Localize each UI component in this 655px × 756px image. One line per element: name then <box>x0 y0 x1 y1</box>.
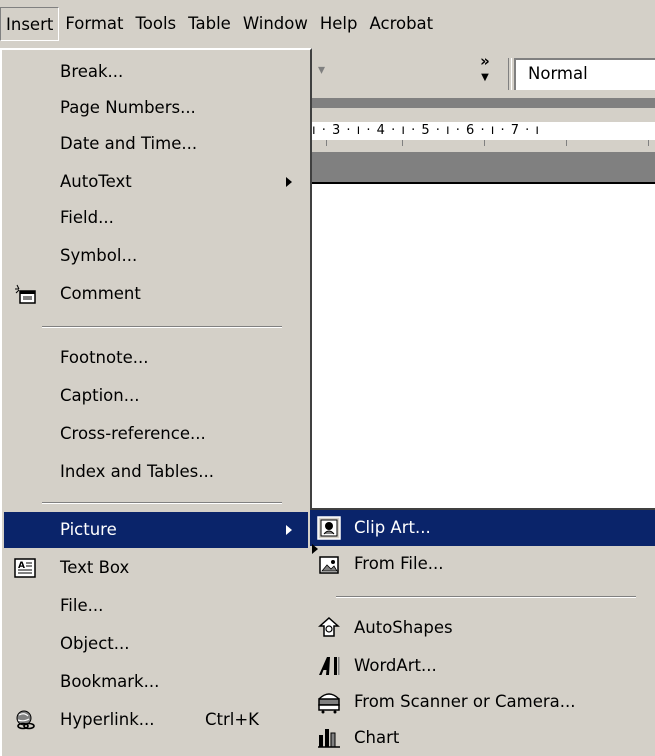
text-box-icon: A <box>14 558 36 578</box>
submenu-item-label: From Scanner or Camera... <box>354 692 576 711</box>
style-select[interactable]: Normal <box>514 58 655 90</box>
submenu-item-label: From File... <box>354 554 444 573</box>
submenu-item-clip-art[interactable]: Clip Art... <box>310 510 655 546</box>
menu-item-object[interactable]: Object... <box>2 626 310 662</box>
menu-item-label: Symbol... <box>60 246 138 265</box>
submenu-item-label: AutoShapes <box>354 618 453 637</box>
toolbar-overflow-button[interactable]: » ▼ <box>470 54 500 85</box>
menu-tools[interactable]: Tools <box>129 7 182 41</box>
menu-item-break[interactable]: Break... <box>2 54 310 90</box>
menu-item-label: Page Numbers... <box>60 98 196 117</box>
menu-item-label: Bookmark... <box>60 672 160 691</box>
menu-item-file[interactable]: File... <box>2 588 310 624</box>
menu-item-autotext[interactable]: AutoText <box>2 164 310 200</box>
menu-item-label: Caption... <box>60 386 140 405</box>
menu-item-symbol[interactable]: Symbol... <box>2 238 310 274</box>
menu-item-text-box[interactable]: A Text Box <box>2 550 310 586</box>
menu-acrobat[interactable]: Acrobat <box>364 7 440 41</box>
menu-item-footnote[interactable]: Footnote... <box>2 340 310 376</box>
menu-help-label: Help <box>319 14 358 33</box>
menu-item-picture[interactable]: Picture <box>4 512 308 548</box>
menu-item-index-and-tables[interactable]: Index and Tables... <box>2 454 310 490</box>
menu-help[interactable]: Help <box>314 7 364 41</box>
menu-acrobat-label: Acrobat <box>369 14 434 33</box>
menu-item-label: AutoText <box>60 172 132 191</box>
shortcut-label: Ctrl+K <box>205 710 260 729</box>
menu-format[interactable]: Format <box>59 7 129 41</box>
submenu-item-label: Chart <box>354 728 400 747</box>
menu-item-label: Picture <box>60 520 117 539</box>
horizontal-ruler[interactable]: ı · 3 · ı · 4 · ı · 5 · ı · 6 · ı · 7 · … <box>312 108 655 152</box>
menu-item-hyperlink[interactable]: Hyperlink... Ctrl+K <box>2 702 310 738</box>
menu-item-label: File... <box>60 596 104 615</box>
menu-item-page-numbers[interactable]: Page Numbers... <box>2 90 310 126</box>
document-margin <box>312 152 655 182</box>
ruler-scale: ı · 3 · ı · 4 · ı · 5 · ı · 6 · ı · 7 · … <box>312 122 655 140</box>
insert-menu: Break... Page Numbers... Date and Time..… <box>0 48 312 756</box>
ruler-ticks <box>312 140 655 146</box>
menu-item-comment[interactable]: Comment <box>2 276 310 312</box>
menu-table-label: Table <box>188 14 231 33</box>
menu-window-label: Window <box>242 14 308 33</box>
toolbar-separator <box>508 58 512 90</box>
submenu-item-label: WordArt... <box>354 656 437 675</box>
menu-tools-label: Tools <box>135 14 177 33</box>
toolbar-overflow-icon: » <box>480 52 490 70</box>
menu-item-label: Cross-reference... <box>60 424 206 443</box>
autoshapes-icon <box>318 616 340 637</box>
clip-art-icon <box>317 516 341 540</box>
menu-item-label: Text Box <box>60 558 130 577</box>
submenu-item-chart[interactable]: Chart <box>310 720 655 756</box>
menu-insert[interactable]: Insert <box>0 7 60 41</box>
submenu-item-label: Clip Art... <box>354 518 431 537</box>
menu-item-field[interactable]: Field... <box>2 200 310 236</box>
menu-item-label: Field... <box>60 208 114 227</box>
submenu-arrow-icon <box>286 177 292 187</box>
menu-item-label: Index and Tables... <box>60 462 214 481</box>
comment-icon <box>15 284 36 304</box>
menu-item-label: Hyperlink... <box>60 710 155 729</box>
menu-table[interactable]: Table <box>182 7 237 41</box>
dropdown-arrow-icon[interactable]: ▾ <box>318 62 325 78</box>
menu-item-label: Break... <box>60 62 124 81</box>
menu-item-label: Object... <box>60 634 130 653</box>
chart-icon <box>318 729 340 748</box>
menu-separator <box>42 326 282 328</box>
menu-format-label: Format <box>65 14 124 33</box>
document-page[interactable] <box>312 182 655 510</box>
menu-item-caption[interactable]: Caption... <box>2 378 310 414</box>
picture-submenu: Clip Art... From File... AutoShapes Word… <box>310 508 655 756</box>
submenu-item-autoshapes[interactable]: AutoShapes <box>310 610 655 646</box>
submenu-separator <box>336 596 636 598</box>
wordart-icon <box>319 657 340 675</box>
ruler-border <box>312 98 655 108</box>
menu-item-label: Date and Time... <box>60 134 198 153</box>
menu-separator <box>42 502 282 504</box>
formatting-toolbar: ▾ » ▼ Normal <box>312 50 655 98</box>
submenu-item-from-scanner-or-camera[interactable]: From Scanner or Camera... <box>310 684 655 720</box>
menu-item-cross-reference[interactable]: Cross-reference... <box>2 416 310 452</box>
menu-item-bookmark[interactable]: Bookmark... <box>2 664 310 700</box>
from-file-icon <box>319 556 339 574</box>
submenu-item-wordart[interactable]: WordArt... <box>310 648 655 684</box>
submenu-arrow-icon <box>286 525 292 535</box>
submenu-item-from-file[interactable]: From File... <box>310 544 655 582</box>
menu-item-label: Footnote... <box>60 348 149 367</box>
menu-bar: Insert Format Tools Table Window Help Ac… <box>0 0 655 48</box>
menu-item-label: Comment <box>60 284 141 303</box>
chevron-down-icon: ▼ <box>481 72 489 83</box>
menu-window[interactable]: Window <box>237 7 314 41</box>
scanner-camera-icon <box>318 693 340 714</box>
hyperlink-icon <box>16 710 35 730</box>
menu-insert-label: Insert <box>6 15 54 34</box>
menu-item-date-and-time[interactable]: Date and Time... <box>2 126 310 162</box>
